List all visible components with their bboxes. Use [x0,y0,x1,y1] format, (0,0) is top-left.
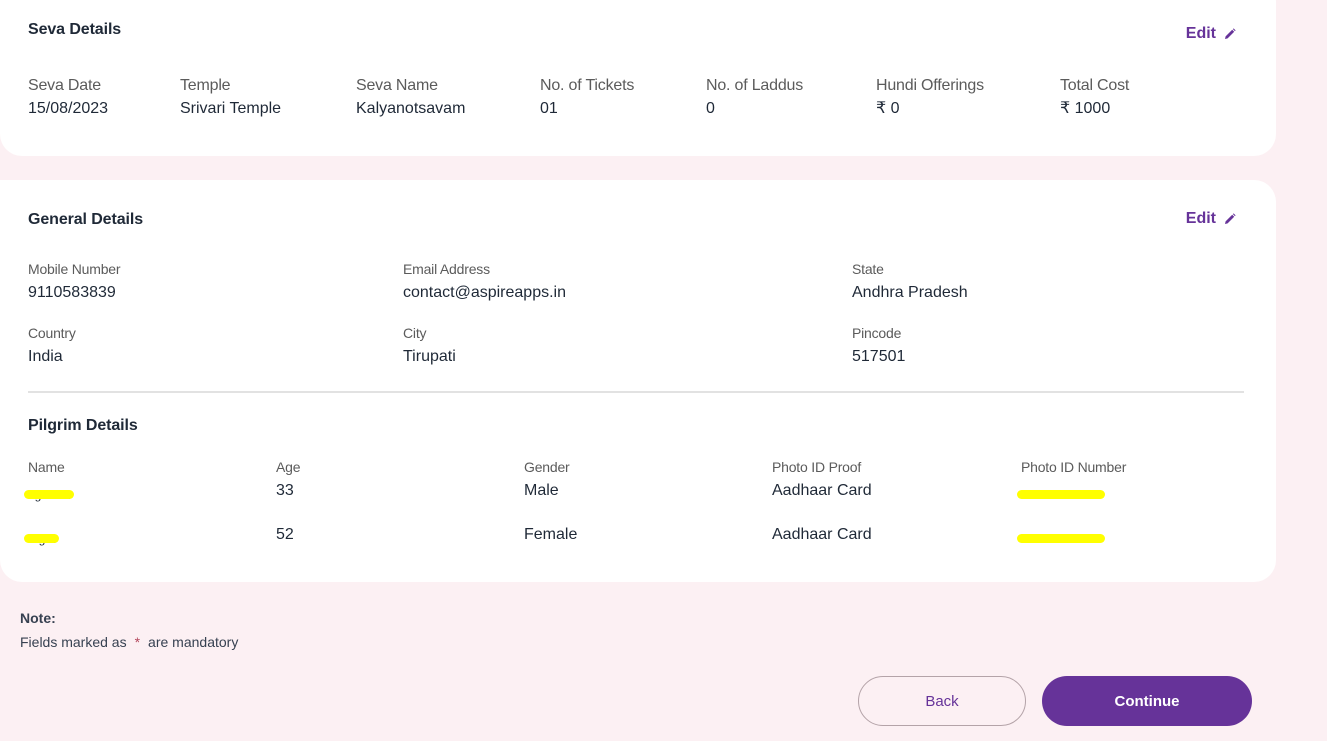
pilgrim-name: arget [23,524,60,549]
field-state: State Andhra Pradesh [852,261,968,303]
general-details-title: General Details [28,211,144,228]
pilgrim-column-id-number: Photo ID Number [1021,459,1126,476]
field-value: 52 [276,526,294,543]
column-header: Name [28,459,65,475]
pilgrim-id-number: 217185240791 [1016,524,1106,549]
field-label: Total Cost [1060,77,1130,94]
field-value: 0 [706,100,715,117]
field-total-cost: Total Cost ₹ 1000 [1060,76,1129,119]
field-no-of-tickets: No. of Tickets 01 [540,76,634,119]
field-label: Seva Date [28,77,101,94]
field-label: No. of Laddus [706,77,804,94]
note-text-after: are mandatory [148,634,239,650]
general-edit-button[interactable]: Edit [1186,210,1236,228]
field-city: City Tirupati [403,325,456,367]
field-mobile-number: Mobile Number 9110583839 [28,261,121,303]
field-country: Country India [28,325,76,367]
pilgrim-column-id-proof: Photo ID Proof [772,459,861,476]
field-value: Tirupati [403,348,456,365]
field-value: 9110583839 [28,284,116,301]
field-label: Seva Name [356,77,438,94]
seva-details-card: Seva Details Edit Seva Date 15/08/2023 T… [0,0,1276,156]
pencil-icon [1225,28,1236,39]
field-value: 517501 [852,348,906,365]
pilgrim-details-title: Pilgrim Details [28,417,138,434]
field-value: Kalyanotsavam [356,100,466,117]
pilgrim-column-gender: Gender [524,459,570,476]
column-header: Photo ID Number [1021,459,1127,475]
pencil-icon [1225,213,1236,224]
column-header: Photo ID Proof [772,459,862,475]
field-value: Srivari Temple [180,100,282,117]
field-value: 15/08/2023 [28,100,109,117]
field-label: Pincode [852,325,902,341]
seva-edit-button[interactable]: Edit [1186,25,1236,43]
pilgrim-gender: Female [524,520,577,545]
field-label: Temple [180,77,231,94]
field-label: Country [28,325,76,341]
mandatory-note: Note: Fields marked as * are mandatory [20,609,238,651]
field-value: Female [524,526,578,543]
required-asterisk-icon: * [134,634,141,650]
edit-label: Edit [1185,25,1216,42]
pilgrim-id-proof: Aadhaar Card [772,520,872,545]
pilgrim-age: 33 [276,476,294,501]
field-label: City [403,325,427,341]
field-seva-name: Seva Name Kalyanotsavam [356,76,465,119]
seva-details-title: Seva Details [28,21,122,38]
field-value: Male [524,482,559,499]
field-value: Andhra Pradesh [852,284,968,301]
field-value: ₹ 0 [876,100,900,117]
edit-label: Edit [1185,210,1216,227]
note-text: Fields marked as * are mandatory [20,633,238,651]
field-value: India [28,348,63,365]
redacted-id-number: 217185240791 [1016,529,1106,549]
field-hundi-offerings: Hundi Offerings ₹ 0 [876,76,984,119]
note-text-before: Fields marked as [20,634,127,650]
column-header: Gender [524,459,570,475]
field-value: 01 [540,100,558,117]
redacted-name: arget [23,529,60,549]
redacted-name: agetwet [23,485,75,505]
field-value: contact@aspireapps.in [403,284,566,301]
column-header: Age [276,459,301,475]
field-label: No. of Tickets [540,77,635,94]
field-value: Aadhaar Card [772,526,872,543]
redacted-id-number: 217185240791 [1016,485,1106,505]
field-value: 33 [276,482,294,499]
pilgrim-column-name: Name [28,459,65,476]
pilgrim-id-proof: Aadhaar Card [772,476,872,501]
field-value: Aadhaar Card [772,482,872,499]
general-details-card: General Details Edit Mobile Number 91105… [0,180,1276,582]
pilgrim-gender: Male [524,476,559,501]
field-temple: Temple Srivari Temple [180,76,281,119]
continue-button[interactable]: Continue [1042,676,1252,726]
section-divider [28,391,1244,393]
field-label: Mobile Number [28,261,121,277]
pilgrim-name: agetwet [23,480,75,505]
pilgrim-column-age: Age [276,459,301,476]
field-seva-date: Seva Date 15/08/2023 [28,76,108,119]
back-button[interactable]: Back [858,676,1026,726]
field-no-of-laddus: No. of Laddus 0 [706,76,803,119]
field-pincode: Pincode 517501 [852,325,905,367]
field-label: State [852,261,884,277]
pilgrim-age: 52 [276,520,294,545]
note-title: Note: [20,610,56,626]
pilgrim-id-number: 217185240791 [1016,480,1106,505]
field-label: Hundi Offerings [876,77,984,94]
field-label: Email Address [403,261,490,277]
field-value: ₹ 1000 [1060,100,1111,117]
field-email-address: Email Address contact@aspireapps.in [403,261,566,303]
